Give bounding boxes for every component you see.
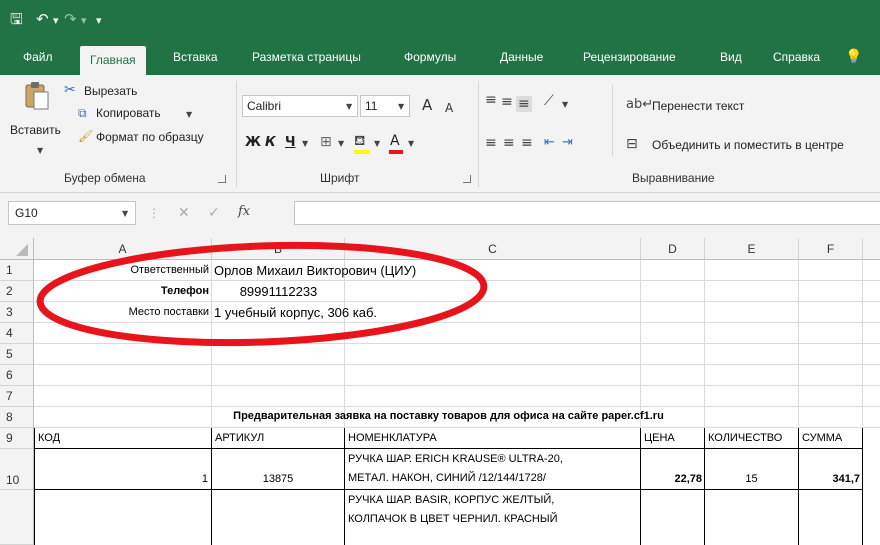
format-painter-button[interactable]: Формат по образцу	[96, 129, 204, 145]
tab-file[interactable]: Файл	[23, 40, 53, 75]
increase-indent-icon[interactable]: ⇥	[562, 135, 573, 151]
align-middle-icon[interactable]: ≡	[501, 94, 513, 110]
underline-button[interactable]: Ч	[285, 135, 296, 151]
alignment-group-label: Выравнивание	[632, 171, 715, 185]
clipboard-launcher-icon[interactable]	[218, 175, 226, 183]
align-right-icon[interactable]: ≡	[521, 135, 533, 151]
font-color-dropdown-icon[interactable]: ▼	[408, 139, 414, 148]
wrap-text-icon[interactable]: ab↵	[626, 97, 653, 113]
tab-help[interactable]: Справка	[773, 40, 820, 75]
merge-center-icon[interactable]: ⊟	[626, 136, 638, 152]
fill-color-icon[interactable]: ⛾	[354, 133, 365, 149]
orientation-icon[interactable]: ⟋	[544, 93, 554, 109]
font-launcher-icon[interactable]	[463, 175, 471, 183]
copy-dropdown-icon[interactable]: ▼	[186, 110, 192, 119]
tab-insert[interactable]: Вставка	[173, 40, 218, 75]
paste-icon[interactable]	[23, 81, 51, 111]
insert-function-icon[interactable]: fx	[238, 204, 250, 220]
grow-font-icon[interactable]: A	[422, 97, 432, 113]
tab-home[interactable]: Главная	[80, 46, 146, 75]
format-painter-icon[interactable]: 🖌	[78, 128, 93, 144]
copy-button[interactable]: Копировать	[96, 105, 161, 121]
shrink-font-icon[interactable]: A	[445, 100, 453, 116]
orientation-dropdown-icon[interactable]: ▼	[562, 100, 568, 109]
cut-button[interactable]: Вырезать	[84, 83, 137, 99]
paste-button[interactable]: Вставить	[10, 122, 61, 138]
name-box-dropdown-icon[interactable]: ▼	[122, 209, 128, 218]
title-bar: 🖫 ↶ ▾ ↷ ▾ ▾	[0, 0, 880, 40]
tab-page-layout[interactable]: Разметка страницы	[252, 40, 361, 75]
borders-dropdown-icon[interactable]: ▼	[338, 139, 344, 148]
font-name-dropdown-icon[interactable]: ▼	[346, 102, 352, 111]
wrap-text-button[interactable]: Перенести текст	[652, 98, 744, 114]
tab-data[interactable]: Данные	[500, 40, 543, 75]
font-name-combo[interactable]: Calibri	[242, 95, 358, 117]
splitter-icon[interactable]: ⋮	[148, 205, 160, 221]
undo-dropdown-icon[interactable]: ▾	[53, 11, 59, 31]
font-color-swatch	[389, 150, 403, 154]
ribbon-separator	[612, 85, 613, 157]
formula-input[interactable]	[294, 201, 880, 225]
fill-color-dropdown-icon[interactable]: ▼	[374, 139, 380, 148]
enter-icon[interactable]: ✓	[208, 205, 220, 221]
borders-icon[interactable]: ⊞	[320, 134, 332, 150]
tab-review[interactable]: Рецензирование	[583, 40, 676, 75]
ribbon-separator	[478, 81, 479, 187]
align-top-icon[interactable]: ≡	[485, 92, 497, 108]
copy-icon[interactable]: ⧉	[78, 105, 87, 121]
font-color-icon[interactable]: A	[390, 133, 400, 149]
cancel-icon[interactable]: ✕	[178, 205, 190, 221]
formula-bar: G10 ▼ ⋮ ✕ ✓ fx	[0, 193, 880, 238]
save-icon[interactable]: 🖫	[10, 9, 23, 29]
name-box[interactable]: G10	[8, 201, 136, 225]
italic-button[interactable]: К	[265, 135, 276, 151]
bold-button[interactable]: Ж	[245, 135, 261, 151]
ribbon: Вставить ▼ ✂ Вырезать ⧉ Копировать ▼ 🖌 Ф…	[0, 75, 880, 193]
cut-icon[interactable]: ✂	[64, 82, 76, 98]
underline-dropdown-icon[interactable]: ▼	[302, 139, 308, 148]
undo-icon[interactable]: ↶	[36, 9, 49, 29]
customize-quick-access-icon[interactable]: ▾	[96, 11, 102, 31]
redo-dropdown-icon[interactable]: ▾	[81, 11, 87, 31]
font-size-dropdown-icon[interactable]: ▼	[398, 102, 404, 111]
ribbon-tabs: Файл Главная Вставка Разметка страницы Ф…	[0, 40, 880, 75]
align-left-icon[interactable]: ≡	[485, 135, 497, 151]
tab-formulas[interactable]: Формулы	[404, 40, 456, 75]
tab-view[interactable]: Вид	[720, 40, 742, 75]
fill-color-swatch	[354, 150, 370, 154]
redo-icon[interactable]: ↷	[64, 9, 77, 29]
merge-center-button[interactable]: Объединить и поместить в центре	[652, 137, 844, 153]
decrease-indent-icon[interactable]: ⇤	[544, 135, 555, 151]
align-bottom-icon[interactable]: ≡	[516, 96, 532, 112]
align-center-icon[interactable]: ≡	[503, 135, 515, 151]
annotation-ellipse	[36, 241, 488, 347]
clipboard-group-label: Буфер обмена	[64, 171, 146, 185]
font-group-label: Шрифт	[320, 171, 360, 185]
lightbulb-icon[interactable]: 💡	[845, 40, 862, 75]
spreadsheet-grid: A B C D E F 1 2 3 4 5 6 7 8 9 10 Ответст…	[0, 238, 880, 545]
paste-dropdown-icon[interactable]: ▼	[37, 146, 43, 155]
ribbon-separator	[236, 81, 237, 187]
